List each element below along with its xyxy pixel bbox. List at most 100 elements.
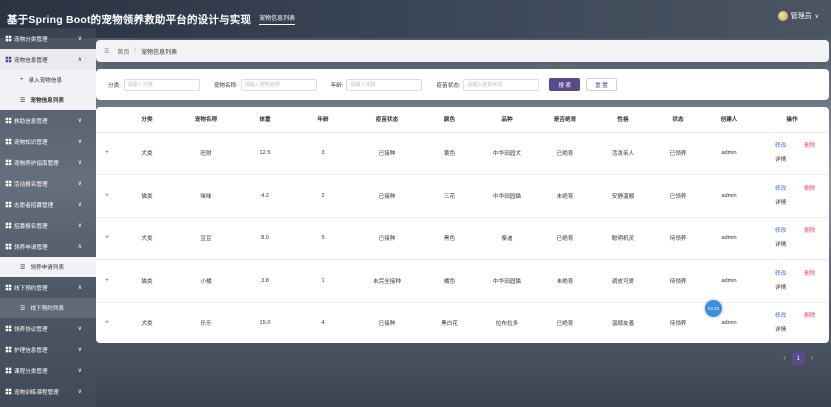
prev-page-icon[interactable]: ‹ bbox=[783, 355, 785, 362]
delete-link[interactable]: 删除 bbox=[804, 186, 815, 192]
sidebar-item-rescue[interactable]: 救助信息管理 ∨ bbox=[0, 110, 96, 131]
sidebar-item-activity-signup[interactable]: 活动报名管理 ∨ bbox=[0, 173, 96, 194]
sidebar-item-recruit-signup[interactable]: 招募报名管理 ∨ bbox=[0, 215, 96, 236]
cell-vaccine: 已接种 bbox=[352, 174, 422, 218]
search-button[interactable]: 搜 索 bbox=[549, 78, 581, 91]
expand-icon[interactable]: + bbox=[96, 174, 118, 218]
sidebar-subitem-visit-list[interactable]: ☰ 线下预约列表 bbox=[0, 298, 96, 318]
menu-icon bbox=[4, 222, 12, 230]
menu-icon bbox=[4, 243, 12, 251]
sidebar-item-pet-knowledge[interactable]: 宠物知识管理 ∨ bbox=[0, 131, 96, 152]
delete-link[interactable]: 删除 bbox=[804, 143, 815, 149]
breadcrumb-home[interactable]: 首页 bbox=[117, 47, 129, 56]
sidebar-item-label: 护理信息管理 bbox=[14, 347, 48, 354]
menu-icon bbox=[4, 325, 12, 333]
cell-category: 犬类 bbox=[118, 217, 176, 260]
sidebar-item-offline-visit[interactable]: 线下预约管理 ∧ bbox=[0, 277, 96, 298]
search-form: 分类: 宠物名称: 年龄: 疫苗状态: 搜 索 重 置 bbox=[96, 69, 829, 100]
sidebar-item-course-category[interactable]: 课程分类管理 ∨ bbox=[0, 360, 96, 381]
expand-icon[interactable]: + bbox=[96, 302, 118, 343]
floating-timer-badge[interactable]: 04:40 bbox=[705, 300, 722, 317]
detail-link[interactable]: 详情 bbox=[775, 242, 786, 248]
sidebar-subitem-add-pet[interactable]: + 录入宠物信息 bbox=[0, 70, 96, 90]
table-row: + 犬类 豆豆 8.0 5 已接种 黑色 泰迪 已绝育 聪明机灵 待领养 adm… bbox=[96, 217, 829, 260]
edit-link[interactable]: 修改 bbox=[775, 271, 786, 277]
cell-breed: 中华田园犬 bbox=[477, 132, 537, 175]
sidebar-item-label: 宠物分类管理 bbox=[14, 36, 48, 43]
cell-breed: 泰迪 bbox=[477, 217, 537, 260]
category-input[interactable] bbox=[123, 78, 200, 91]
cell-status: 已领养 bbox=[653, 174, 703, 218]
menu-icon bbox=[4, 346, 12, 354]
cell-color: 黑色 bbox=[422, 217, 477, 260]
delete-link[interactable]: 删除 bbox=[804, 313, 815, 319]
list-icon: ☰ bbox=[20, 264, 26, 271]
cell-pet-name: 乐乐 bbox=[176, 302, 236, 343]
menu-toggle-icon[interactable]: ☰ bbox=[104, 48, 109, 55]
expand-icon[interactable]: + bbox=[96, 132, 118, 175]
edit-link[interactable]: 修改 bbox=[775, 228, 786, 234]
detail-link[interactable]: 详情 bbox=[775, 157, 786, 163]
col-actions: 操作 bbox=[755, 107, 829, 133]
age-input[interactable] bbox=[346, 78, 423, 91]
detail-link[interactable]: 详情 bbox=[775, 285, 786, 291]
sidebar-item-agreement[interactable]: 领养协议管理 ∨ bbox=[0, 318, 96, 339]
vaccine-status-input[interactable] bbox=[463, 78, 540, 91]
cell-neutered: 未绝育 bbox=[537, 259, 593, 303]
app-title: 基于Spring Boot的宠物领养救助平台的设计与实现 bbox=[7, 13, 252, 26]
sidebar-item-pet-info[interactable]: 宠物信息管理 ∧ bbox=[0, 49, 96, 70]
sidebar-item-training-course[interactable]: 宠物训练课程管理 ∨ bbox=[0, 381, 96, 402]
sidebar-subitem-label: 线下预约列表 bbox=[30, 306, 64, 312]
menu-icon bbox=[4, 117, 12, 125]
expand-icon[interactable]: + bbox=[96, 217, 118, 260]
menu-icon bbox=[4, 201, 12, 209]
sidebar-item-label: 救助信息管理 bbox=[14, 118, 48, 125]
chevron-down-icon: ∨ bbox=[77, 139, 82, 145]
detail-link[interactable]: 详情 bbox=[775, 200, 786, 206]
menu-icon bbox=[4, 138, 12, 146]
sidebar-subitem-label: 宠物信息列表 bbox=[30, 98, 64, 104]
cell-color: 橘色 bbox=[422, 259, 477, 303]
detail-link[interactable]: 详情 bbox=[775, 327, 786, 333]
reset-button[interactable]: 重 置 bbox=[586, 78, 617, 91]
sidebar-subitem-pet-list[interactable]: ☰ 宠物信息列表 bbox=[0, 90, 96, 110]
cell-neutered: 已绝育 bbox=[537, 302, 593, 343]
delete-link[interactable]: 删除 bbox=[804, 228, 815, 234]
sidebar-item-label: 领养协议管理 bbox=[14, 326, 48, 333]
chevron-down-icon: ∨ bbox=[77, 202, 82, 208]
cell-pet-name: 小橘 bbox=[176, 259, 236, 303]
sidebar-item-care-guide[interactable]: 宠物养护指南管理 ∨ bbox=[0, 152, 96, 173]
tab-pet-info-list[interactable]: 宠物信息列表 bbox=[259, 13, 296, 25]
sidebar-item-adoption-apply[interactable]: 领养申请管理 ∧ bbox=[0, 236, 96, 257]
edit-link[interactable]: 修改 bbox=[775, 143, 786, 149]
edit-link[interactable]: 修改 bbox=[775, 186, 786, 192]
col-breed: 品种 bbox=[477, 107, 537, 133]
expand-icon[interactable]: + bbox=[96, 259, 118, 303]
table-header-row: 分类 宠物名称 体重 年龄 疫苗状态 颜色 品种 是否绝育 性格 状态 创建人 … bbox=[96, 107, 829, 133]
pet-name-input[interactable] bbox=[240, 78, 317, 91]
next-page-icon[interactable]: › bbox=[811, 355, 813, 362]
chevron-down-icon: ∨ bbox=[814, 13, 819, 20]
menu-icon bbox=[4, 367, 12, 375]
cell-category: 猫类 bbox=[118, 259, 176, 303]
sidebar-subitem-adoption-list[interactable]: ☰ 领养申请列表 bbox=[0, 257, 96, 277]
cell-weight: 15.0 bbox=[236, 302, 294, 343]
sidebar-item-pet-category[interactable]: 宠物分类管理 ∨ bbox=[0, 28, 96, 49]
page-number-button[interactable]: 1 bbox=[791, 352, 805, 365]
delete-link[interactable]: 删除 bbox=[804, 271, 815, 277]
sidebar-item-volunteer[interactable]: 志愿者招募管理 ∨ bbox=[0, 194, 96, 215]
user-menu[interactable]: 管理员 ∨ bbox=[777, 11, 819, 21]
cell-color: 黑白花 bbox=[422, 302, 477, 343]
chevron-down-icon: ∨ bbox=[77, 389, 82, 395]
sidebar-item-label: 活动报名管理 bbox=[14, 181, 48, 188]
cell-weight: 3.8 bbox=[236, 259, 294, 303]
cell-actions: 修改 删除 详情 bbox=[755, 302, 829, 343]
plus-icon: + bbox=[20, 77, 24, 83]
table-row: + 猫类 小橘 3.8 1 未完全接种 橘色 中华田园猫 未绝育 调皮可爱 待领… bbox=[96, 259, 829, 303]
edit-link[interactable]: 修改 bbox=[775, 313, 786, 319]
sidebar-item-label: 宠物知识管理 bbox=[14, 139, 48, 146]
avatar bbox=[777, 11, 788, 21]
sidebar-item-nursing[interactable]: 护理信息管理 ∨ bbox=[0, 339, 96, 360]
cell-vaccine: 已接种 bbox=[352, 132, 422, 175]
col-expand bbox=[96, 107, 118, 133]
